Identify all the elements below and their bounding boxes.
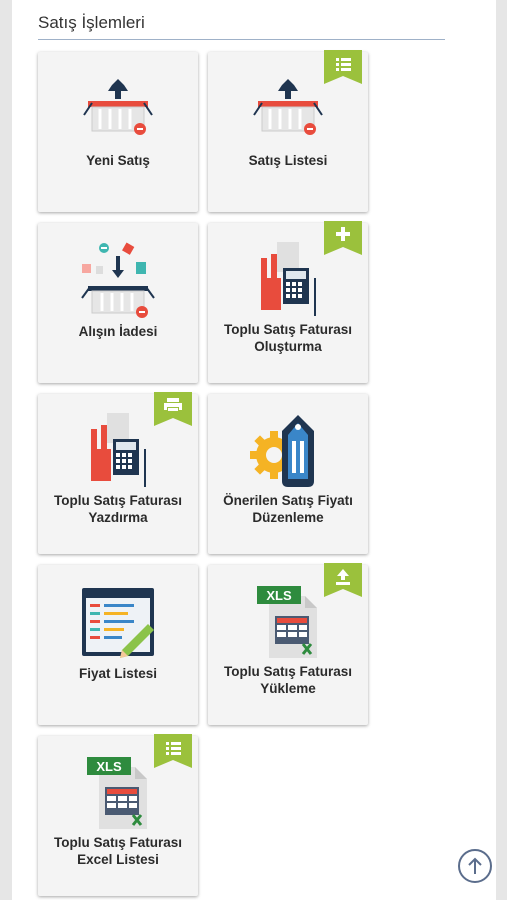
xls-icon: XLS xyxy=(208,577,368,667)
tile-toplu-fatura-yazdirma[interactable]: Toplu Satış Faturası Yazdırma xyxy=(38,392,198,554)
invoice-calculator-icon xyxy=(208,235,368,325)
tile-label: Toplu Satış Faturası Oluşturma xyxy=(223,322,353,354)
tile-onerilen-fiyat-duzenleme[interactable]: Önerilen Satış Fiyatı Düzenleme xyxy=(208,394,368,554)
basket-up-icon xyxy=(38,64,198,154)
tile-fiyat-listesi[interactable]: Fiyat Listesi xyxy=(38,565,198,725)
tile-label: Toplu Satış Faturası Excel Listesi xyxy=(53,835,183,867)
tile-toplu-fatura-yukleme[interactable]: XLS Toplu Satış Faturası Yükleme xyxy=(208,563,368,725)
basket-up-icon xyxy=(208,64,368,154)
tile-label: Yeni Satış xyxy=(86,153,150,168)
tile-label: Önerilen Satış Fiyatı Düzenleme xyxy=(223,493,353,525)
tile-label: Fiyat Listesi xyxy=(78,666,158,681)
tile-label: Toplu Satış Faturası Yazdırma xyxy=(53,493,183,525)
tile-alisin-iadesi[interactable]: Alışın İadesi xyxy=(38,223,198,383)
tile-yeni-satis[interactable]: Yeni Satış xyxy=(38,52,198,212)
xls-text: XLS xyxy=(266,588,292,603)
arrow-up-icon xyxy=(468,857,482,874)
tile-label: Toplu Satış Faturası Yükleme xyxy=(223,664,353,696)
tile-label: Satış Listesi xyxy=(248,153,328,168)
page-edge xyxy=(496,0,507,900)
gear-tag-icon xyxy=(208,406,368,496)
price-list-icon xyxy=(38,577,198,667)
tile-toplu-fatura-excel-listesi[interactable]: XLS Toplu Satış Faturası Excel Listesi xyxy=(38,734,198,896)
tile-toplu-fatura-olusturma[interactable]: Toplu Satış Faturası Oluşturma xyxy=(208,221,368,383)
tile-satis-listesi[interactable]: Satış Listesi xyxy=(208,50,368,212)
section-divider xyxy=(38,39,445,40)
xls-icon: XLS xyxy=(38,748,198,838)
basket-return-icon xyxy=(38,235,198,325)
xls-text: XLS xyxy=(96,759,122,774)
section-title: Satış İşlemleri xyxy=(38,13,145,32)
tile-label: Alışın İadesi xyxy=(78,324,158,339)
scroll-to-top-button[interactable] xyxy=(458,849,492,883)
invoice-calculator-icon xyxy=(38,406,198,496)
